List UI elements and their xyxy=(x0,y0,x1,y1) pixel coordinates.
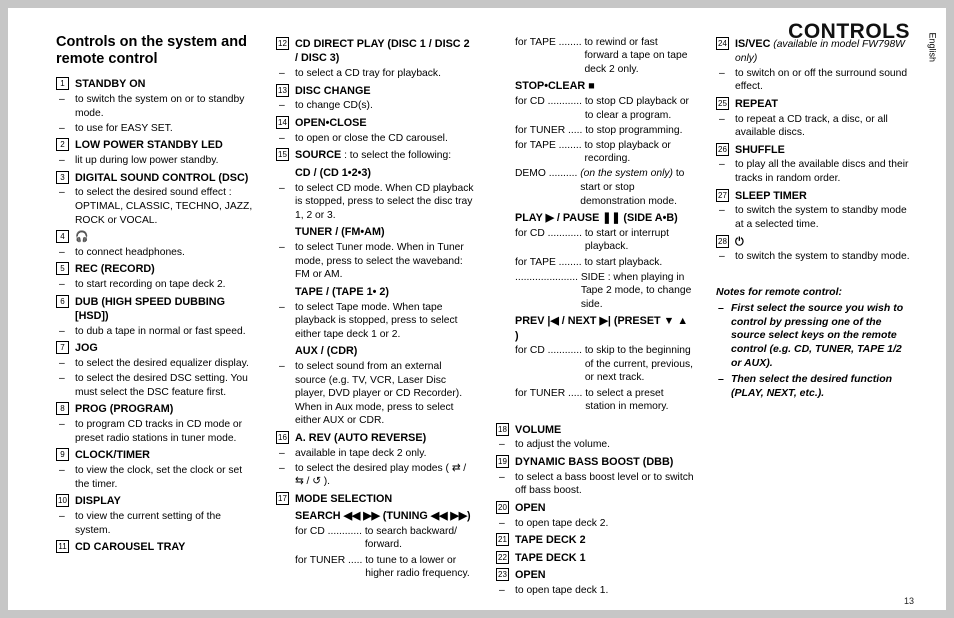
mode-play: PLAY ▶ / PAUSE ❚❚ (SIDE A•B) xyxy=(496,211,694,225)
source-aux: AUX / (CDR) xyxy=(276,344,474,358)
power-icon: ⏻ xyxy=(735,235,744,249)
mode-search: SEARCH ◀◀ ▶▶ (TUNING ◀◀ ▶▶) xyxy=(276,509,474,523)
column-4: 24IS/VEC (available in model FW798W only… xyxy=(716,34,914,597)
mode-prev-next: PREV |◀ / NEXT ▶| (PRESET ▼ ▲ ) xyxy=(496,314,694,343)
mode-stop: STOP•CLEAR ■ xyxy=(496,79,694,93)
control-item: 1 STANDBY ON xyxy=(56,77,254,91)
control-desc: –to switch the system on or to standby m… xyxy=(56,93,254,120)
column-3: for TAPE ........ to rewind or fast forw… xyxy=(496,34,694,597)
source-tuner: TUNER / (FM•AM) xyxy=(276,225,474,239)
column-2: 12CD DIRECT PLAY (DISC 1 / DISC 2 / DISC… xyxy=(276,34,474,597)
page-number: 13 xyxy=(904,596,914,606)
manual-page: CONTROLS English 13 Controls on the syst… xyxy=(8,8,946,610)
control-number: 1 xyxy=(56,77,69,90)
section-heading: Controls on the system and remote contro… xyxy=(56,34,254,67)
notes-heading: Notes for remote control: xyxy=(716,286,914,300)
control-desc: –to use for EASY SET. xyxy=(56,122,254,136)
source-cd: CD / (CD 1•2•3) xyxy=(276,166,474,180)
source-tape: TAPE / (TAPE 1• 2) xyxy=(276,285,474,299)
page-title: CONTROLS xyxy=(788,20,910,44)
headphones-icon: 🎧 xyxy=(75,230,88,244)
content-columns: Controls on the system and remote contro… xyxy=(56,34,914,597)
remote-notes: Notes for remote control: –First select … xyxy=(716,286,914,401)
control-item: 2LOW POWER STANDBY LED xyxy=(56,138,254,152)
language-label: English xyxy=(928,32,938,62)
control-label: STANDBY ON xyxy=(75,77,145,91)
column-1: Controls on the system and remote contro… xyxy=(56,34,254,597)
